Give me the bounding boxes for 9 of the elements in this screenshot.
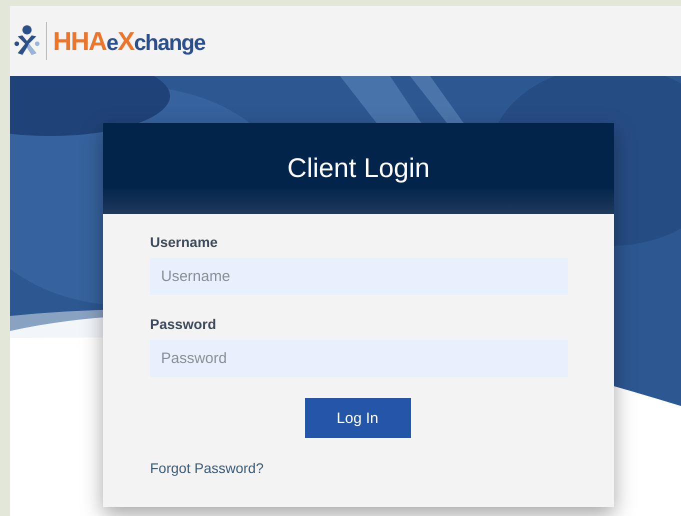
forgot-password-link[interactable]: Forgot Password? xyxy=(150,460,264,476)
input-field[interactable]: Username xyxy=(150,258,568,295)
input-field[interactable]: Password xyxy=(150,340,568,377)
person-logo-icon xyxy=(14,24,40,58)
login-button[interactable]: Log In xyxy=(304,398,410,438)
field-label: Username xyxy=(150,234,218,250)
card-title: Client Login xyxy=(287,153,430,184)
brand-logo: HHAeXchange xyxy=(53,26,205,56)
field-label: Password xyxy=(150,316,216,332)
